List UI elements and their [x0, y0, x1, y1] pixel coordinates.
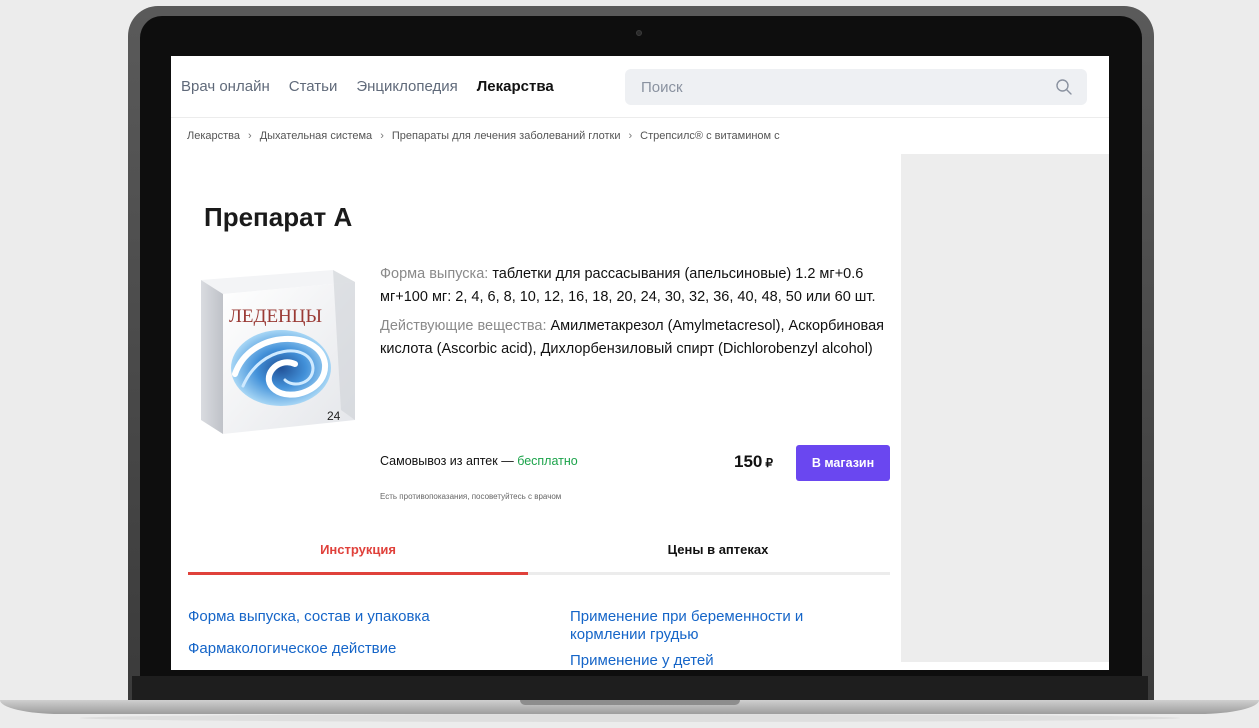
release-form: Форма выпуска: таблетки для рассасывания…: [380, 263, 894, 309]
tab-pharmacy-prices[interactable]: Цены в аптеках: [548, 542, 888, 557]
product-info: Форма выпуска: таблетки для рассасывания…: [380, 263, 894, 367]
box-brand-text: ЛЕДЕНЦЫ: [229, 306, 322, 327]
search-input[interactable]: [641, 77, 1041, 97]
active-tab-indicator: [188, 572, 528, 575]
site-header: Врач онлайн Статьи Энциклопедия Лекарств…: [171, 56, 1109, 118]
breadcrumb-item[interactable]: Лекарства: [187, 130, 240, 142]
chevron-right-icon: ›: [248, 130, 252, 142]
laptop-notch: [520, 700, 740, 705]
contraindication-warning: Есть противопоказания, посоветуйтесь с в…: [380, 492, 562, 501]
laptop-shadow: [80, 714, 1180, 722]
instruction-links-left: Форма выпуска, состав и упаковка Фармако…: [188, 608, 430, 670]
tab-instruction[interactable]: Инструкция: [188, 542, 528, 557]
camera-icon: [636, 30, 642, 36]
active-substances-label: Действующие вещества:: [380, 318, 547, 334]
breadcrumb-item[interactable]: Препараты для лечения заболеваний глотки: [392, 130, 621, 142]
page-title: Препарат А: [204, 202, 353, 232]
chevron-right-icon: ›: [380, 130, 384, 142]
nav-medicines[interactable]: Лекарства: [477, 78, 554, 95]
link-pharmacology[interactable]: Фармакологическое действие: [188, 640, 430, 658]
pickup-text: Самовывоз из аптек —: [380, 454, 514, 468]
pickup-free: бесплатно: [517, 454, 578, 468]
nav-articles[interactable]: Статьи: [289, 78, 338, 95]
link-children[interactable]: Применение у детей: [570, 652, 870, 670]
chevron-right-icon: ›: [628, 130, 633, 142]
link-pregnancy[interactable]: Применение при беременности и кормлении …: [570, 608, 870, 644]
pickup-info: Самовывоз из аптек — бесплатно: [380, 454, 578, 468]
nav-doctor-online[interactable]: Врач онлайн: [181, 78, 270, 95]
ad-placeholder: [901, 154, 1109, 662]
breadcrumb-item[interactable]: Дыхательная система: [260, 130, 373, 142]
search-box: [625, 69, 1087, 105]
search-icon[interactable]: [1055, 78, 1073, 96]
nav-encyclopedia[interactable]: Энциклопедия: [356, 78, 457, 95]
content-tabs: Инструкция Цены в аптеках: [188, 534, 890, 575]
active-substances: Действующие вещества: Амилметакрезол (Am…: [380, 315, 894, 361]
currency-symbol: ₽: [765, 456, 774, 470]
main-nav: Врач онлайн Статьи Энциклопедия Лекарств…: [181, 78, 554, 95]
screen: Врач онлайн Статьи Энциклопедия Лекарств…: [171, 56, 1109, 670]
release-form-label: Форма выпуска:: [380, 266, 489, 282]
price-value: 150: [734, 452, 763, 471]
breadcrumb: Лекарства › Дыхательная система › Препар…: [187, 130, 780, 142]
link-release-form[interactable]: Форма выпуска, состав и упаковка: [188, 608, 430, 626]
box-count-text: 24: [327, 409, 341, 423]
product-box-image: ЛЕДЕНЦЫ 24: [201, 270, 355, 434]
price: 150 ₽: [734, 452, 773, 472]
instruction-links-right: Применение при беременности и кормлении …: [570, 608, 870, 670]
breadcrumb-item[interactable]: Стрепсилс® с витамином с: [640, 130, 780, 142]
to-store-button[interactable]: В магазин: [796, 445, 890, 481]
